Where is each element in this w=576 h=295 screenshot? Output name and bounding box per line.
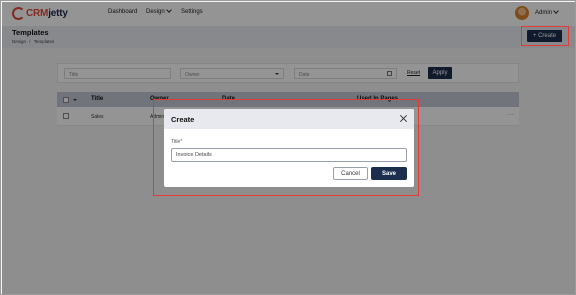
dialog-highlight (153, 99, 419, 196)
app-window: CRM jetty Dashboard Design Settings Admi… (0, 0, 576, 295)
create-button-highlight (521, 26, 569, 46)
